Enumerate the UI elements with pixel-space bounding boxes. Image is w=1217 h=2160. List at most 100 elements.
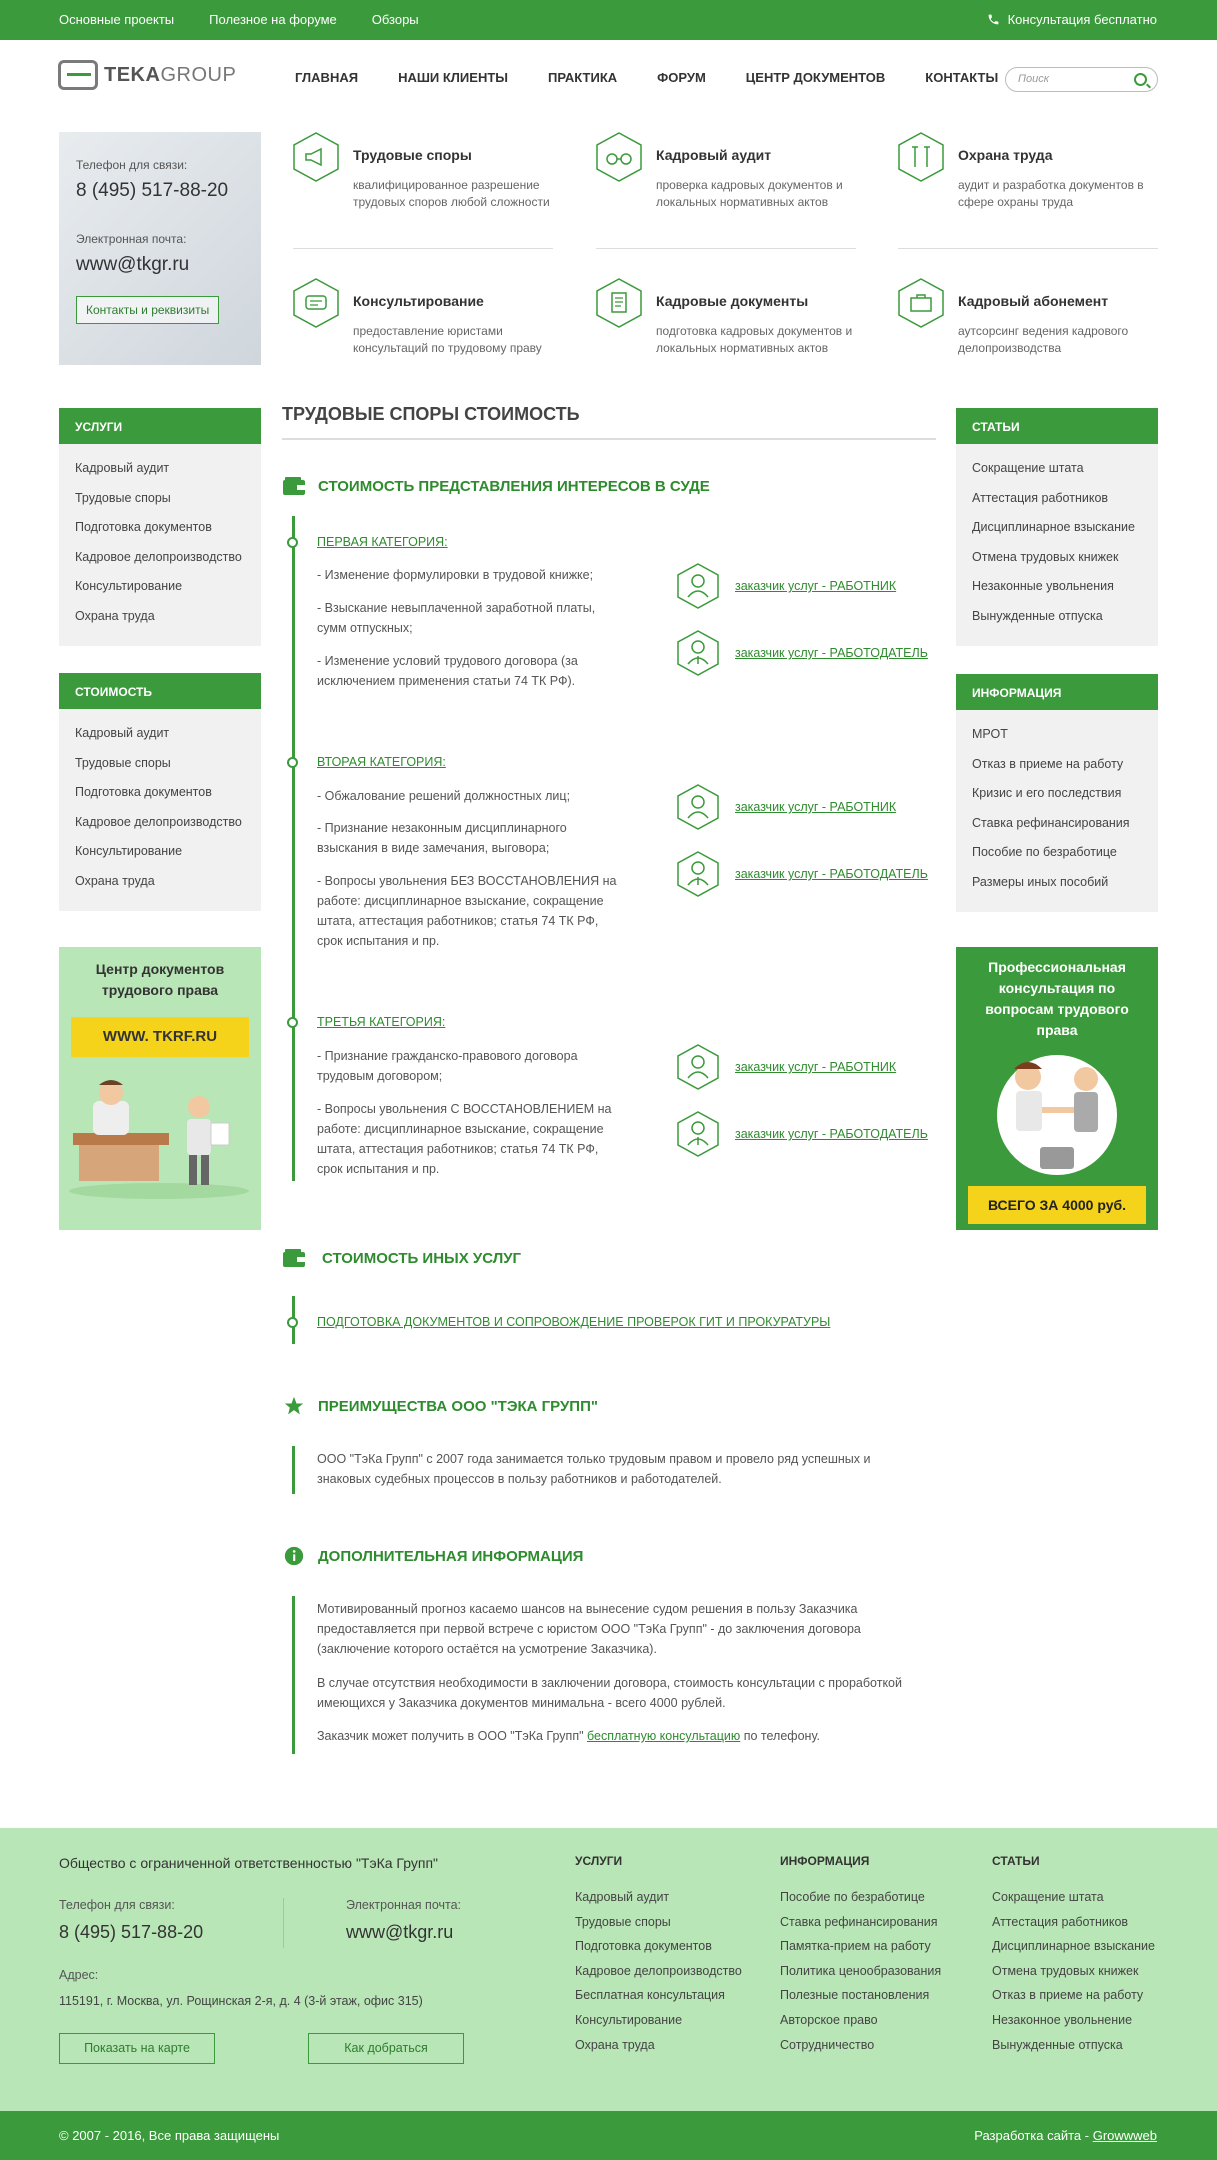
footer-link[interactable]: Сокращение штата bbox=[992, 1890, 1155, 1915]
service-consulting[interactable]: Консультирование предоставление юристами… bbox=[293, 278, 563, 355]
employer-link[interactable]: заказчик услуг - РАБОТОДАТЕЛЬ bbox=[677, 851, 928, 897]
sidebar-item-docs[interactable]: Подготовка документов bbox=[59, 513, 261, 543]
category-2-title[interactable]: ВТОРАЯ КАТЕГОРИЯ: bbox=[317, 755, 446, 769]
nav-contacts[interactable]: КОНТАКТЫ bbox=[925, 70, 998, 85]
service-hr-audit[interactable]: Кадровый аудит проверка кадровых докумен… bbox=[596, 132, 866, 209]
footer-link[interactable]: Ставка рефинансирования bbox=[780, 1915, 941, 1940]
footer-link[interactable]: Дисциплинарное взыскание bbox=[992, 1939, 1155, 1964]
footer-link[interactable]: Сотрудничество bbox=[780, 2038, 941, 2063]
sidebar-item-info[interactable]: Ставка рефинансирования bbox=[956, 809, 1158, 839]
footer-link[interactable]: Пособие по безработице bbox=[780, 1890, 941, 1915]
employee-link[interactable]: заказчик услуг - РАБОТНИК bbox=[677, 1044, 896, 1090]
glasses-icon bbox=[596, 132, 642, 182]
footer-link[interactable]: Аттестация работников bbox=[992, 1915, 1155, 1940]
sidebar-item-labor-disputes[interactable]: Трудовые споры bbox=[59, 484, 261, 514]
category-3-title[interactable]: ТРЕТЬЯ КАТЕГОРИЯ: bbox=[317, 1015, 445, 1029]
info-text: по телефону. bbox=[740, 1729, 820, 1743]
service-hr-subscription[interactable]: Кадровый абонемент аутсорсинг ведения ка… bbox=[898, 278, 1168, 355]
other-service-link[interactable]: ПОДГОТОВКА ДОКУМЕНТОВ И СОПРОВОЖДЕНИЕ ПР… bbox=[317, 1315, 830, 1329]
employee-link[interactable]: заказчик услуг - РАБОТНИК bbox=[677, 784, 896, 830]
sidebar-item-safety[interactable]: Охрана труда bbox=[59, 867, 261, 897]
top-link-forum[interactable]: Полезное на форуме bbox=[209, 12, 337, 27]
sidebar-item-info[interactable]: Кризис и его последствия bbox=[956, 779, 1158, 809]
sidebar-item-safety[interactable]: Охрана труда bbox=[59, 602, 261, 632]
nav-clients[interactable]: НАШИ КЛИЕНТЫ bbox=[398, 70, 508, 85]
sidebar-item-labor-disputes[interactable]: Трудовые споры bbox=[59, 749, 261, 779]
footer-link[interactable]: Отказ в приеме на работу bbox=[992, 1988, 1155, 2013]
sidebar-item-hr-audit[interactable]: Кадровый аудит bbox=[59, 454, 261, 484]
footer-link[interactable]: Политика ценообразования bbox=[780, 1964, 941, 1989]
directions-button[interactable]: Как добраться bbox=[308, 2033, 464, 2064]
employer-link-label: заказчик услуг - РАБОТОДАТЕЛЬ bbox=[735, 867, 928, 881]
category-2-item: - Вопросы увольнения БЕЗ ВОССТАНОВЛЕНИЯ … bbox=[317, 874, 617, 948]
service-labor-safety[interactable]: Охрана труда аудит и разработка документ… bbox=[898, 132, 1168, 209]
service-hr-docs[interactable]: Кадровые документы подготовка кадровых д… bbox=[596, 278, 866, 355]
footer-link[interactable]: Полезные постановления bbox=[780, 1988, 941, 2013]
sidebar-item-docs[interactable]: Подготовка документов bbox=[59, 778, 261, 808]
developer-label: Разработка сайта - bbox=[974, 2128, 1093, 2143]
section-title: ПРЕИМУЩЕСТВА ООО "ТЭКА ГРУПП" bbox=[318, 1397, 598, 1415]
nav-home[interactable]: ГЛАВНАЯ bbox=[295, 70, 358, 85]
sidebar-item-info[interactable]: МРОТ bbox=[956, 720, 1158, 750]
category-2-item: - Обжалование решений должностных лиц; bbox=[317, 789, 571, 803]
employee-icon bbox=[677, 563, 719, 609]
promo-consultation[interactable]: Профессиональная консультация по вопроса… bbox=[956, 947, 1158, 1230]
promo-docs-center[interactable]: Центр документов трудового права WWW. TK… bbox=[59, 947, 261, 1230]
top-link-reviews[interactable]: Обзоры bbox=[372, 12, 419, 27]
sidebar-item-article[interactable]: Вынужденные отпуска bbox=[956, 602, 1158, 632]
sidebar-item-hr-audit[interactable]: Кадровый аудит bbox=[59, 719, 261, 749]
footer-link[interactable]: Вынужденные отпуска bbox=[992, 2038, 1155, 2063]
service-labor-disputes[interactable]: Трудовые споры квалифицированное разреше… bbox=[293, 132, 563, 209]
show-map-button[interactable]: Показать на карте bbox=[59, 2033, 215, 2064]
developer-link[interactable]: Growwweb bbox=[1093, 2128, 1157, 2143]
section-other-cost: СТОИМОСТЬ ИНЫХ УСЛУГ bbox=[282, 1248, 521, 1268]
footer-email: www@tkgr.ru bbox=[346, 1922, 454, 1942]
nav-forum[interactable]: ФОРУМ bbox=[657, 70, 706, 85]
consult-link[interactable]: Консультация бесплатно bbox=[987, 12, 1157, 27]
sidebar-item-consulting[interactable]: Консультирование bbox=[59, 837, 261, 867]
sidebar-item-article[interactable]: Сокращение штата bbox=[956, 454, 1158, 484]
employer-link[interactable]: заказчик услуг - РАБОТОДАТЕЛЬ bbox=[677, 1111, 928, 1157]
sidebar-item-consulting[interactable]: Консультирование bbox=[59, 572, 261, 602]
footer-link[interactable]: Незаконное увольнение bbox=[992, 2013, 1155, 2038]
sidebar-item-hr-records[interactable]: Кадровое делопроизводство bbox=[59, 808, 261, 838]
nav-practice[interactable]: ПРАКТИКА bbox=[548, 70, 617, 85]
sidebar-item-info[interactable]: Пособие по безработице bbox=[956, 838, 1158, 868]
logo[interactable]: TEKAGROUP bbox=[58, 60, 236, 90]
logo-icon bbox=[58, 60, 98, 90]
footer-link[interactable]: Кадровое делопроизводство bbox=[575, 1964, 742, 1989]
timeline-dot bbox=[287, 537, 298, 548]
footer-link[interactable]: Отмена трудовых книжек bbox=[992, 1964, 1155, 1989]
footer-link[interactable]: Кадровый аудит bbox=[575, 1890, 742, 1915]
sidebar-item-article[interactable]: Незаконные увольнения bbox=[956, 572, 1158, 602]
sidebar-item-article[interactable]: Аттестация работников bbox=[956, 484, 1158, 514]
developer-credit: Разработка сайта - Growwweb bbox=[974, 2128, 1157, 2143]
search-icon[interactable] bbox=[1134, 73, 1147, 86]
free-consultation-link[interactable]: бесплатную консультацию bbox=[587, 1729, 740, 1743]
footer-link[interactable]: Консультирование bbox=[575, 2013, 742, 2038]
chat-icon bbox=[293, 278, 339, 328]
footer-link[interactable]: Подготовка документов bbox=[575, 1939, 742, 1964]
star-icon bbox=[284, 1396, 304, 1415]
sidebar-item-hr-records[interactable]: Кадровое делопроизводство bbox=[59, 543, 261, 573]
employer-link[interactable]: заказчик услуг - РАБОТОДАТЕЛЬ bbox=[677, 630, 928, 676]
footer-link[interactable]: Памятка-прием на работу bbox=[780, 1939, 941, 1964]
sidebar-item-info[interactable]: Отказ в приеме на работу bbox=[956, 750, 1158, 780]
contacts-button[interactable]: Контакты и реквизиты bbox=[76, 296, 220, 324]
search-input[interactable]: Поиск bbox=[1005, 67, 1158, 92]
category-1-title[interactable]: ПЕРВАЯ КАТЕГОРИЯ: bbox=[317, 535, 448, 549]
sidebar-item-article[interactable]: Дисциплинарное взыскание bbox=[956, 513, 1158, 543]
info-paragraph-2: В случае отсутствия необходимости в закл… bbox=[317, 1676, 902, 1710]
footer-link[interactable]: Авторское право bbox=[780, 2013, 941, 2038]
nav-docs-center[interactable]: ЦЕНТР ДОКУМЕНТОВ bbox=[746, 70, 886, 85]
footer-link[interactable]: Бесплатная консультация bbox=[575, 1988, 742, 2013]
service-desc: квалифицированное разрешение трудовых сп… bbox=[353, 178, 550, 209]
service-title: Трудовые споры bbox=[353, 147, 472, 163]
employee-link[interactable]: заказчик услуг - РАБОТНИК bbox=[677, 563, 896, 609]
sidebar-item-article[interactable]: Отмена трудовых книжек bbox=[956, 543, 1158, 573]
sidebar-item-info[interactable]: Размеры иных пособий bbox=[956, 868, 1158, 898]
employer-icon bbox=[677, 1111, 719, 1157]
top-link-projects[interactable]: Основные проекты bbox=[59, 12, 174, 27]
footer-link[interactable]: Трудовые споры bbox=[575, 1915, 742, 1940]
footer-link[interactable]: Охрана труда bbox=[575, 2038, 742, 2063]
